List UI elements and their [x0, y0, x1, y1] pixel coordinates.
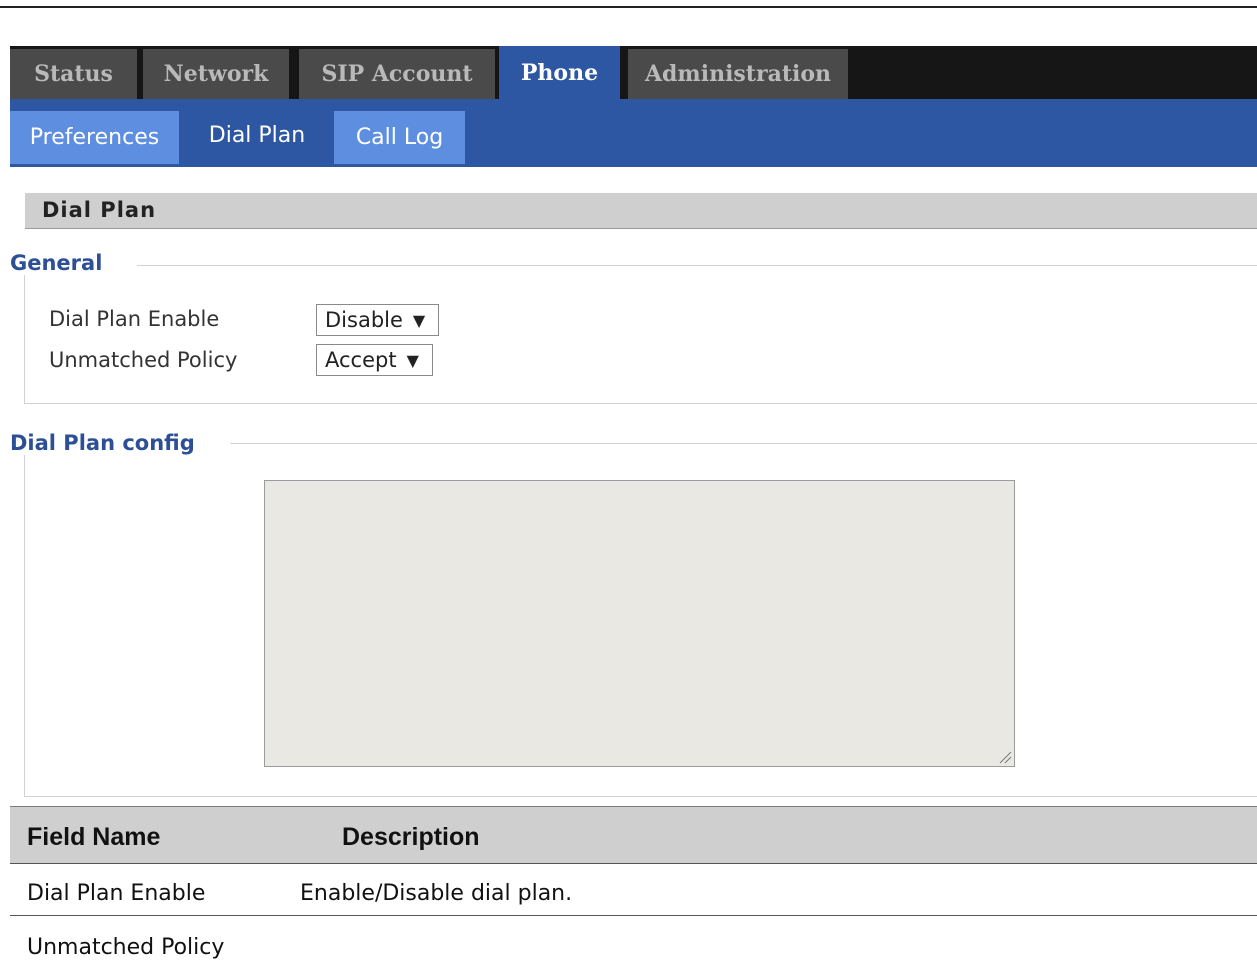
unmatched-policy-select[interactable]: Accept ▼ [316, 344, 433, 376]
column-header-description: Description [342, 823, 480, 851]
dial-plan-config-textarea[interactable] [264, 480, 1015, 767]
dial-plan-enable-label: Dial Plan Enable [49, 307, 220, 331]
description-table-header: Field Name Description [10, 806, 1257, 864]
subtab-preferences[interactable]: Preferences [10, 111, 179, 164]
dropdown-caret-icon: ▼ [412, 310, 426, 330]
tab-network[interactable]: Network [143, 49, 289, 99]
section-title: Dial Plan [42, 198, 157, 222]
table-row-divider [10, 915, 1257, 916]
general-legend: General [10, 251, 138, 275]
subtab-dial-plan[interactable]: Dial Plan [189, 107, 325, 164]
subtab-call-log[interactable]: Call Log [334, 111, 465, 164]
tab-sip-account[interactable]: SIP Account [299, 49, 495, 99]
row1-field-name: Dial Plan Enable [27, 881, 206, 906]
dial-plan-config-legend: Dial Plan config [10, 431, 230, 455]
dial-plan-enable-value: Disable [325, 308, 403, 332]
sub-tab-bar: Preferences Dial Plan Call Log [10, 99, 1257, 167]
dial-plan-enable-select[interactable]: Disable ▼ [316, 304, 439, 336]
column-header-field-name: Field Name [27, 823, 161, 851]
dropdown-caret-icon: ▼ [406, 350, 419, 370]
unmatched-policy-value: Accept [325, 348, 397, 372]
main-tab-bar: Status Network SIP Account Phone Adminis… [10, 46, 1257, 99]
row1-description: Enable/Disable dial plan. [300, 881, 573, 906]
tab-status[interactable]: Status [10, 49, 137, 99]
section-header: Dial Plan [25, 193, 1257, 229]
tab-phone[interactable]: Phone [499, 46, 620, 99]
tab-administration[interactable]: Administration [628, 49, 848, 99]
unmatched-policy-label: Unmatched Policy [49, 348, 238, 372]
resize-grip-icon[interactable] [998, 750, 1012, 764]
general-fieldset [24, 265, 1257, 404]
top-divider [0, 6, 1257, 8]
row2-field-name: Unmatched Policy [27, 935, 225, 960]
